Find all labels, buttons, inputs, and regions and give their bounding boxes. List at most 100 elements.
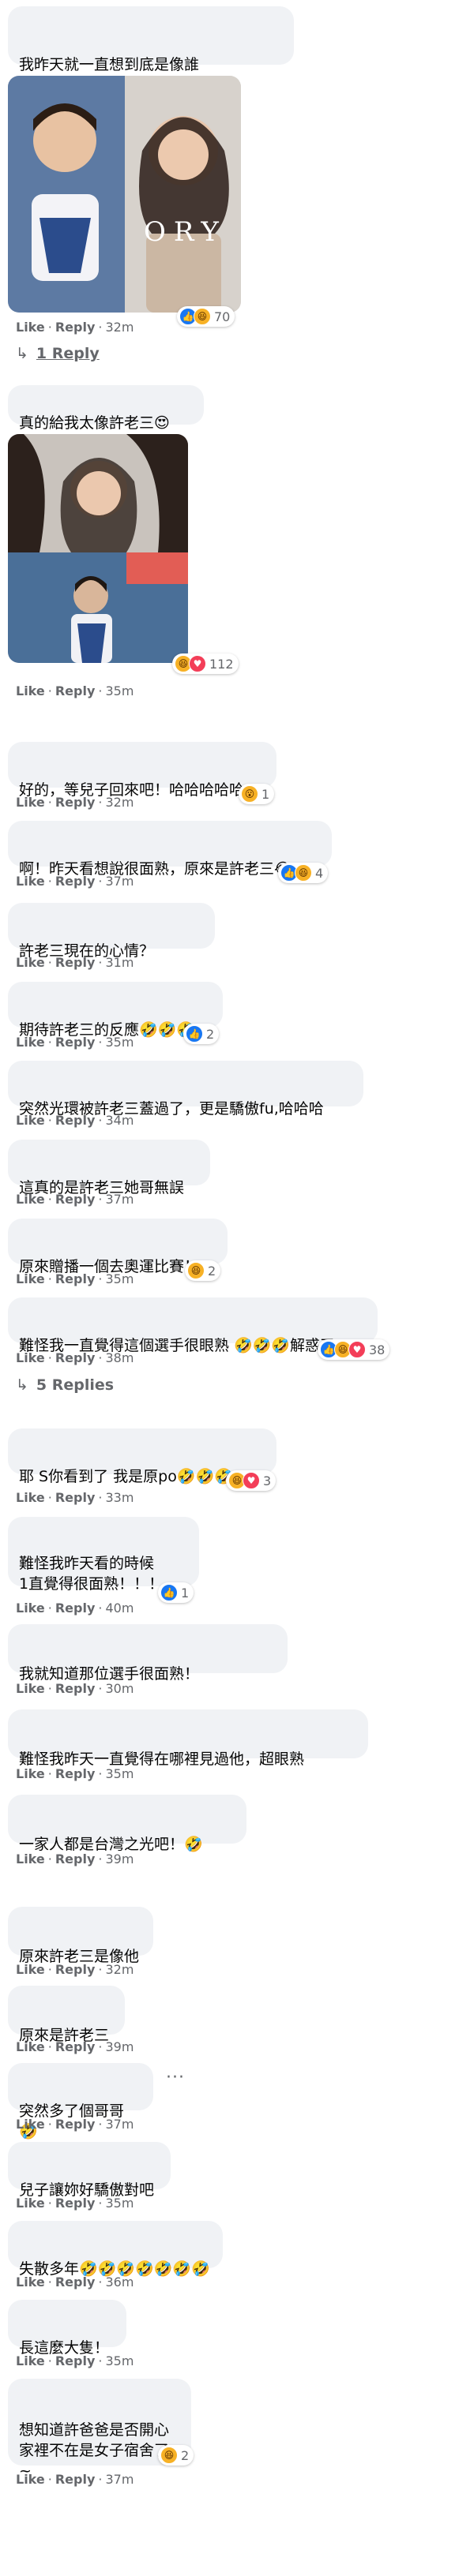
reply-button[interactable]: Reply — [55, 2472, 96, 2487]
comment-photo-collage[interactable]: ORY — [8, 76, 241, 313]
comment-time: 35m — [105, 1271, 134, 1286]
reaction-summary[interactable]: 😆 2 — [158, 2445, 194, 2466]
like-button[interactable]: Like — [16, 1192, 45, 1207]
reply-button[interactable]: Reply — [55, 1350, 96, 1365]
reply-button[interactable]: Reply — [55, 320, 96, 335]
comment-bubble: 好的，等兒子回來吧！哈哈哈哈哈 — [8, 742, 276, 799]
love-reaction-icon: ♥ — [243, 1472, 260, 1489]
like-button[interactable]: Like — [16, 1962, 45, 1977]
comment-actions: Like · Reply · 38m — [16, 1350, 134, 1365]
reply-button[interactable]: Reply — [55, 874, 96, 889]
reaction-summary[interactable]: 👍 1 — [158, 1582, 194, 1603]
reply-button[interactable]: Reply — [55, 2117, 96, 2132]
reaction-count: 38 — [369, 1342, 386, 1357]
comment-bubble: 真的給我太像許老三😍 — [8, 385, 204, 432]
comment-time: 32m — [105, 795, 134, 810]
reaction-count: 1 — [261, 786, 270, 802]
comment-actions: Like · Reply · 39m — [16, 2039, 134, 2054]
like-button[interactable]: Like — [16, 683, 45, 698]
like-button[interactable]: Like — [16, 874, 45, 889]
like-button[interactable]: Like — [16, 2353, 45, 2368]
reaction-summary[interactable]: 👍 😆 70 — [177, 306, 235, 327]
like-button[interactable]: Like — [16, 1601, 45, 1616]
comment-time: 35m — [105, 2196, 134, 2211]
reply-button[interactable]: Reply — [55, 2196, 96, 2211]
comment-actions: Like · Reply · 32m — [16, 320, 134, 335]
comment-text: 一家人都是台灣之光吧！🤣 — [19, 1836, 203, 1853]
comment-actions: Like · Reply · 35m — [16, 2196, 134, 2211]
comment-bubble: 期待許老三的反應🤣🤣🤣 — [8, 982, 223, 1039]
reply-arrow-icon: ↳ — [16, 1376, 28, 1394]
comment-actions: Like · Reply · 33m — [16, 1490, 134, 1505]
comment-time: 39m — [105, 2039, 134, 2054]
comment-actions: Like · Reply · 35m — [16, 1035, 134, 1050]
like-button[interactable]: Like — [16, 1766, 45, 1781]
reply-button[interactable]: Reply — [55, 1852, 96, 1866]
reply-button[interactable]: Reply — [55, 1601, 96, 1616]
haha-reaction-icon: 😆 — [160, 2447, 178, 2464]
reaction-summary[interactable]: 👍 😆 4 — [278, 863, 329, 883]
comment-photo-collage[interactable] — [8, 434, 188, 663]
like-button[interactable]: Like — [16, 1490, 45, 1505]
like-button[interactable]: Like — [16, 1271, 45, 1286]
comment-time: 30m — [105, 1681, 134, 1696]
reply-button[interactable]: Reply — [55, 1766, 96, 1781]
like-reaction-icon: 👍 — [160, 1584, 178, 1601]
reply-button[interactable]: Reply — [55, 683, 96, 698]
comment-time: 37m — [105, 2117, 134, 2132]
reply-button[interactable]: Reply — [55, 955, 96, 970]
reaction-count: 112 — [209, 656, 234, 672]
view-replies-link[interactable]: ↳ 5 Replies — [16, 1376, 114, 1394]
haha-reaction-icon: 😆 — [187, 1262, 205, 1279]
comment-bubble: 原來是許老三 — [8, 1986, 125, 2044]
comment-text: 我就知道那位選手很面熟！ — [19, 1665, 200, 1683]
like-button[interactable]: Like — [16, 2196, 45, 2211]
like-button[interactable]: Like — [16, 2039, 45, 2054]
like-button[interactable]: Like — [16, 320, 45, 335]
like-button[interactable]: Like — [16, 1113, 45, 1128]
reaction-summary[interactable]: 😆 2 — [185, 1260, 221, 1281]
reaction-count: 2 — [206, 1026, 215, 1042]
reply-button[interactable]: Reply — [55, 1962, 96, 1977]
reaction-summary[interactable]: 👍 2 — [183, 1024, 220, 1044]
comment-bubble: 難怪我昨天一直覺得在哪裡見過他，超眼熟 — [8, 1709, 368, 1768]
like-button[interactable]: Like — [16, 2472, 45, 2487]
comment-bubble: 許老三現在的心情？ — [8, 903, 215, 960]
reaction-summary[interactable]: 👍 😆 ♥ 38 — [318, 1339, 390, 1360]
reply-button[interactable]: Reply — [55, 1192, 96, 1207]
like-button[interactable]: Like — [16, 2117, 45, 2132]
like-button[interactable]: Like — [16, 2275, 45, 2290]
reply-button[interactable]: Reply — [55, 2275, 96, 2290]
more-options-icon[interactable]: ··· — [166, 2068, 185, 2087]
reply-button[interactable]: Reply — [55, 2039, 96, 2054]
comment-bubble: 我就知道那位選手很面熟！ — [8, 1624, 288, 1683]
reply-button[interactable]: Reply — [55, 1035, 96, 1050]
haha-reaction-icon: 😆 — [194, 308, 211, 325]
photo-image — [8, 434, 188, 663]
reaction-summary[interactable]: 😮 1 — [239, 784, 275, 804]
like-button[interactable]: Like — [16, 795, 45, 810]
comment-time: 31m — [105, 955, 134, 970]
comment-actions: Like · Reply · 37m — [16, 874, 134, 889]
like-button[interactable]: Like — [16, 1852, 45, 1866]
reply-button[interactable]: Reply — [55, 1681, 96, 1696]
reply-button[interactable]: Reply — [55, 2353, 96, 2368]
like-button[interactable]: Like — [16, 1035, 45, 1050]
reaction-summary[interactable]: 😆 ♥ 3 — [226, 1470, 276, 1491]
view-replies-link[interactable]: ↳ 1 Reply — [16, 345, 100, 362]
comment-bubble: 我昨天就一直想到底是像誰 終於解開我的困惑了🤣🤣🤣🤣 — [8, 6, 294, 94]
reply-button[interactable]: Reply — [55, 1271, 96, 1286]
photo-watermark: ORY — [144, 216, 227, 248]
comment-actions: Like · Reply · 37m — [16, 2472, 134, 2487]
comment-bubble: 失散多年🤣🤣🤣🤣🤣🤣🤣 — [8, 2221, 223, 2278]
comment-actions: Like · Reply · 31m — [16, 955, 134, 970]
like-button[interactable]: Like — [16, 955, 45, 970]
reaction-summary[interactable]: 😆 ♥ 112 — [172, 653, 239, 674]
reply-button[interactable]: Reply — [55, 795, 96, 810]
like-button[interactable]: Like — [16, 1681, 45, 1696]
reply-button[interactable]: Reply — [55, 1113, 96, 1128]
love-reaction-icon: ♥ — [189, 655, 206, 672]
reaction-count: 2 — [208, 1263, 216, 1279]
like-button[interactable]: Like — [16, 1350, 45, 1365]
reply-button[interactable]: Reply — [55, 1490, 96, 1505]
